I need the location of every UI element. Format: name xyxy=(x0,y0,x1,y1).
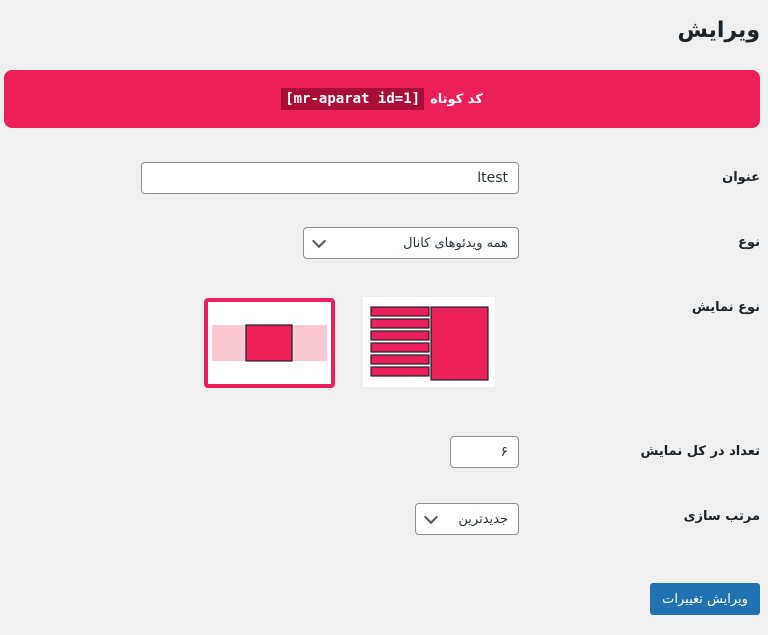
save-changes-button[interactable]: ویرایش تغییرات xyxy=(650,583,760,615)
chevron-down-icon xyxy=(311,233,327,248)
type-select[interactable]: همه ویدئوهای کانال xyxy=(303,227,519,259)
page-title: ویرایش xyxy=(677,18,760,43)
count-input[interactable]: ۶ xyxy=(450,436,519,468)
sort-select[interactable]: جدیدترین xyxy=(415,503,519,535)
slider-layout-icon xyxy=(212,324,327,362)
title-input[interactable]: test‌ا xyxy=(141,162,519,194)
layout-option-list[interactable] xyxy=(363,297,495,387)
layout-option-slider[interactable] xyxy=(204,298,335,388)
list-layout-icon xyxy=(370,306,489,381)
sort-select-value: جدیدترین xyxy=(458,511,508,527)
chevron-down-icon xyxy=(423,509,439,524)
sort-label: مرتب سازی xyxy=(683,509,760,524)
title-label: عنوان xyxy=(722,170,760,185)
shortcode-code[interactable]: [mr-aparat id=1] xyxy=(281,88,425,110)
type-label: نوع xyxy=(738,235,760,250)
display-type-label: نوع نمایش xyxy=(691,300,760,315)
shortcode-banner: کد کوتاه [mr-aparat id=1] xyxy=(4,70,760,128)
shortcode-label: کد کوتاه xyxy=(430,91,483,107)
count-label: تعداد در کل نمایش xyxy=(640,444,761,459)
type-select-value: همه ویدئوهای کانال xyxy=(403,235,508,251)
